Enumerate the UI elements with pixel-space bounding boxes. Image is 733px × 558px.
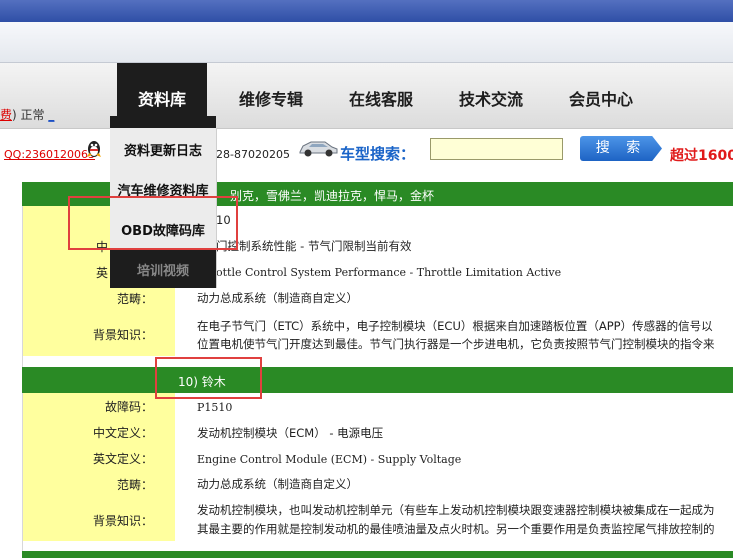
- nav-item-library[interactable]: 资料库: [117, 86, 207, 110]
- entry-1-en-label: 英: [96, 266, 109, 280]
- entry-1-background-line2: 位置电机使节气门开度达到最佳。节气门执行器是一个步进电机，它负责按照节气门控制模…: [197, 337, 715, 351]
- car-search-input[interactable]: [430, 138, 563, 160]
- highlight-box-obd: [68, 196, 238, 250]
- nav-item-tech-exchange[interactable]: 技术交流: [459, 86, 523, 109]
- status-text: 费) 正常 _: [0, 108, 55, 122]
- entry-header-1-text: 别克，雪佛兰，凯迪拉克，悍马，金杯: [230, 189, 435, 203]
- dropdown-item-training-video[interactable]: 培训视频: [110, 260, 216, 279]
- status-prefix-link[interactable]: 费: [0, 108, 12, 122]
- entry-2-cn-value: 发动机控制模块（ECM） - 电源电压: [197, 426, 384, 440]
- entry-2-background-line2: 其最主要的作用就是控制发动机的最佳喷油量及点火时机。另一个重要作用是负责监控尾气…: [197, 522, 715, 536]
- entry-2-code-value: P1510: [197, 401, 233, 414]
- car-icon: [297, 137, 339, 159]
- search-button[interactable]: 搜 索: [580, 136, 662, 161]
- nav-item-online-service[interactable]: 在线客服: [349, 86, 413, 109]
- entry-2-cn-label: 中文定义：: [92, 426, 153, 440]
- qq-contact-link[interactable]: QQ:2360120063: [4, 148, 95, 161]
- entry-header-3-partial: [22, 551, 733, 558]
- browser-title-bar: [0, 0, 733, 22]
- entry-header-2: 10) 铃木: [22, 367, 733, 393]
- dropdown-item-update-log[interactable]: 资料更新日志: [110, 140, 216, 159]
- entry-1-scope-label: 范畴：: [116, 292, 153, 306]
- entry-2-scope-value: 动力总成系统（制造商自定义）: [197, 477, 358, 491]
- entry-1-cn-value: 门控制系统性能 - 节气门限制当前有效: [216, 239, 412, 253]
- entry-1-background-line1: 在电子节气门（ETC）系统中，电子控制模块（ECU）根据来自加速踏板位置（APP…: [197, 319, 713, 333]
- highlight-box-suzuki: [155, 357, 262, 399]
- promo-text: 超过1600: [670, 148, 733, 164]
- entry-2-en-value: Engine Control Module (ECM) - Supply Vol…: [197, 453, 462, 466]
- phone-number: 28-87020205: [216, 148, 290, 161]
- car-search-label: 车型搜索：: [340, 145, 416, 163]
- entry-1-en-value: ottle Control System Performance - Throt…: [216, 266, 562, 279]
- entry-2-background-line1: 发动机控制模块，也叫发动机控制单元（有些车上发动机控制模块跟变速器控制模块被集成…: [197, 503, 715, 517]
- status-state: 正常: [20, 108, 45, 122]
- nav-item-member-center[interactable]: 会员中心: [569, 86, 633, 109]
- qq-penguin-icon[interactable]: [84, 138, 104, 158]
- entry-1-scope-value: 动力总成系统（制造商自定义）: [197, 291, 358, 305]
- entry-2-scope-label: 范畴：: [116, 478, 153, 492]
- nav-item-repair-album[interactable]: 维修专辑: [239, 86, 303, 109]
- browser-toolbar: [0, 22, 733, 63]
- entry-2-code-label: 故障码：: [104, 400, 153, 414]
- entry-1-background-label: 背景知识：: [92, 328, 153, 342]
- entry-2-en-label: 英文定义：: [92, 452, 153, 466]
- entry-2-background-label: 背景知识：: [92, 514, 153, 528]
